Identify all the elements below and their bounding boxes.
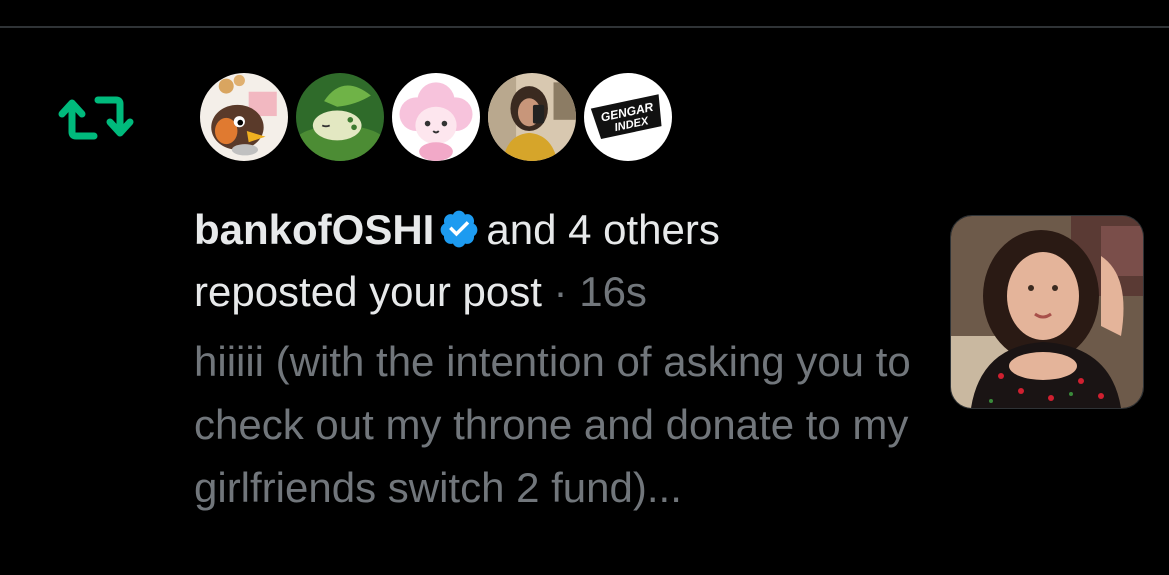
action-text: reposted your post xyxy=(194,268,542,315)
notification-action-line: reposted your post · 16s xyxy=(194,262,647,322)
separator-dot: · xyxy=(553,268,568,315)
bankofoshi-avatar[interactable] xyxy=(197,70,291,164)
post-author-thumbnail[interactable] xyxy=(950,215,1144,409)
gengar-index-avatar[interactable]: GENGAR INDEX xyxy=(581,70,675,164)
verified-badge-icon xyxy=(438,206,480,248)
selfie-avatar[interactable] xyxy=(485,70,579,164)
others-count[interactable]: and 4 others xyxy=(486,206,720,253)
repost-icon xyxy=(58,92,134,144)
timestamp[interactable]: 16s xyxy=(579,268,647,315)
leaf-pokemon-avatar[interactable] xyxy=(293,70,387,164)
actor-name[interactable]: bankofOSHI xyxy=(194,206,434,253)
post-preview-text[interactable]: hiiiii (with the intention of asking you… xyxy=(194,330,914,519)
repost-notification[interactable]: GENGAR INDEX bankofOSHI and 4 others repo… xyxy=(0,0,1169,547)
reposter-avatars: GENGAR INDEX xyxy=(197,70,677,170)
pink-flower-avatar[interactable] xyxy=(389,70,483,164)
notification-headline: bankofOSHI and 4 others xyxy=(194,200,720,260)
